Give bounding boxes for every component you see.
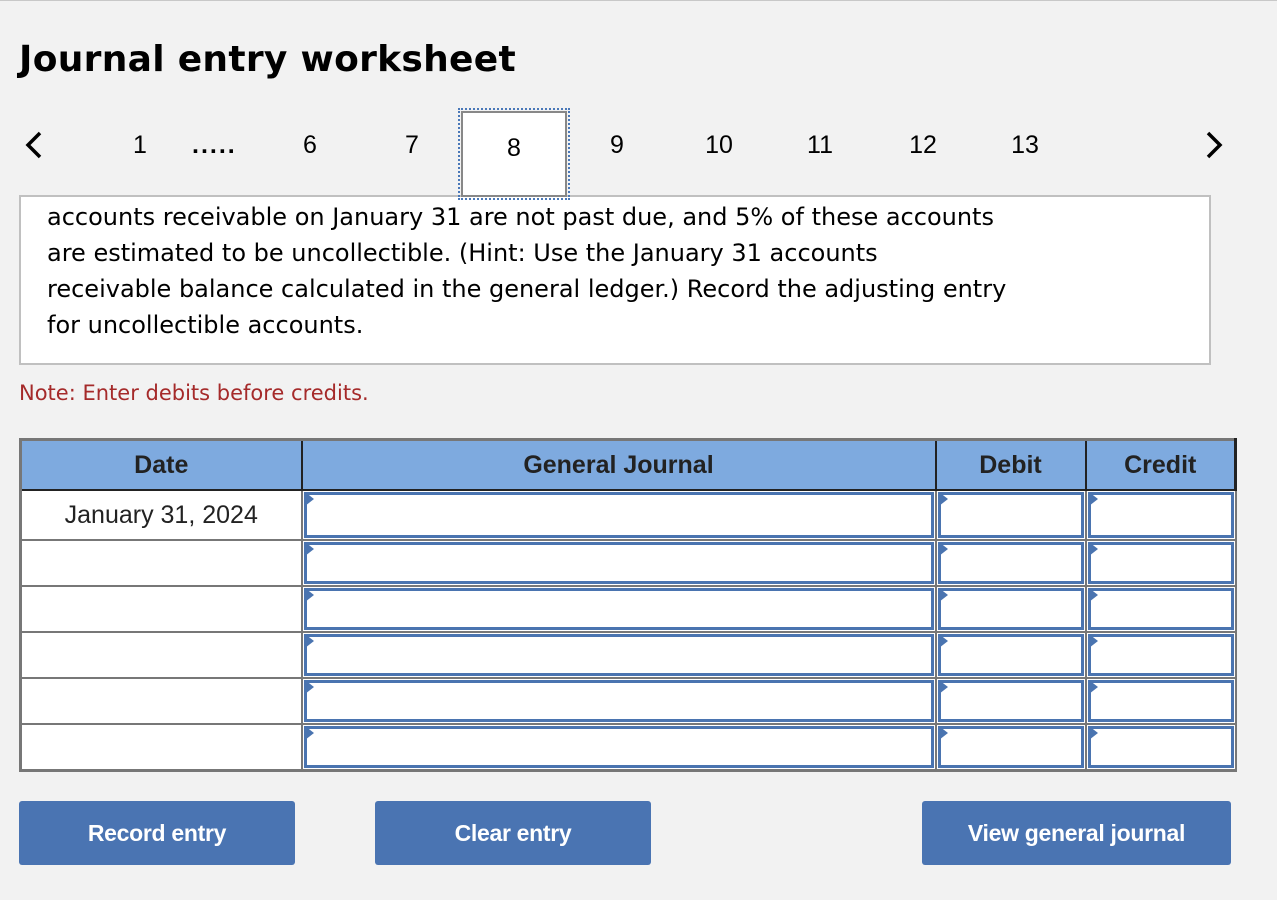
credit-input[interactable]	[1087, 726, 1234, 768]
column-header-credit: Credit	[1084, 438, 1237, 491]
view-general-journal-button[interactable]: View general journal	[922, 801, 1231, 865]
date-cell	[19, 539, 303, 587]
account-input[interactable]	[303, 542, 934, 584]
debit-input[interactable]	[937, 726, 1084, 768]
clear-entry-button[interactable]: Clear entry	[375, 801, 651, 865]
next-button[interactable]	[1198, 127, 1228, 163]
input-flag-icon	[938, 634, 948, 648]
record-entry-button[interactable]: Record entry	[19, 801, 295, 865]
debit-cell[interactable]	[934, 539, 1087, 587]
journal-row	[19, 631, 1237, 679]
journal-header-row: Date General Journal Debit Credit	[19, 438, 1237, 491]
credit-cell[interactable]	[1084, 539, 1237, 587]
credit-input[interactable]	[1087, 634, 1234, 676]
account-cell[interactable]	[300, 631, 937, 679]
credit-input[interactable]	[1087, 680, 1234, 722]
account-input[interactable]	[303, 680, 934, 722]
input-flag-icon	[938, 492, 948, 506]
dropdown-flag-icon	[304, 634, 314, 648]
account-cell[interactable]	[300, 723, 937, 772]
page-1[interactable]: 1	[120, 131, 160, 160]
input-flag-icon	[1088, 680, 1098, 694]
date-cell	[19, 585, 303, 633]
page-ellipsis: .....	[192, 131, 237, 159]
dropdown-flag-icon	[304, 542, 314, 556]
debit-input[interactable]	[937, 588, 1084, 630]
dropdown-flag-icon	[304, 492, 314, 506]
credit-cell[interactable]	[1084, 723, 1237, 772]
input-flag-icon	[938, 680, 948, 694]
debit-cell[interactable]	[934, 723, 1087, 772]
dropdown-flag-icon	[304, 588, 314, 602]
debit-input[interactable]	[937, 634, 1084, 676]
page-6[interactable]: 6	[290, 131, 330, 160]
page-8-current[interactable]: 8	[458, 108, 570, 200]
question-text-box: accounts receivable on January 31 are no…	[19, 195, 1211, 365]
date-cell	[19, 631, 303, 679]
page-10[interactable]: 10	[699, 131, 739, 160]
question-line: accounts receivable on January 31 are no…	[47, 203, 994, 231]
account-input[interactable]	[303, 726, 934, 768]
page-11[interactable]: 11	[800, 131, 840, 160]
column-header-date: Date	[19, 438, 303, 491]
credit-input[interactable]	[1087, 492, 1234, 538]
credit-cell[interactable]	[1084, 489, 1237, 541]
page-9[interactable]: 9	[597, 131, 637, 160]
debit-input[interactable]	[937, 492, 1084, 538]
input-flag-icon	[1088, 542, 1098, 556]
input-flag-icon	[938, 542, 948, 556]
date-cell: January 31, 2024	[19, 489, 303, 541]
journal-row	[19, 677, 1237, 725]
question-line: for uncollectible accounts.	[47, 311, 364, 339]
account-input[interactable]	[303, 492, 934, 538]
debit-cell[interactable]	[934, 677, 1087, 725]
debit-input[interactable]	[937, 680, 1084, 722]
input-flag-icon	[1088, 634, 1098, 648]
account-input[interactable]	[303, 588, 934, 630]
account-cell[interactable]	[300, 489, 937, 541]
journal-row: January 31, 2024	[19, 489, 1237, 541]
page-13[interactable]: 13	[1005, 131, 1045, 160]
debit-cell[interactable]	[934, 631, 1087, 679]
account-cell[interactable]	[300, 539, 937, 587]
question-line: receivable balance calculated in the gen…	[47, 275, 1007, 303]
page-7[interactable]: 7	[392, 131, 432, 160]
question-pager: 1 ..... 6 7 8 9 10 11 12 13	[0, 108, 1277, 200]
column-header-general-journal: General Journal	[300, 438, 937, 491]
date-cell	[19, 677, 303, 725]
credit-input[interactable]	[1087, 542, 1234, 584]
column-header-debit: Debit	[934, 438, 1087, 491]
chevron-right-icon	[1206, 131, 1223, 159]
page-12[interactable]: 12	[903, 131, 943, 160]
input-flag-icon	[938, 726, 948, 740]
account-input[interactable]	[303, 634, 934, 676]
chevron-left-icon	[25, 131, 42, 159]
journal-table: Date General Journal Debit Credit Januar…	[19, 438, 1237, 772]
credit-cell[interactable]	[1084, 585, 1237, 633]
date-cell	[19, 723, 303, 772]
input-flag-icon	[1088, 588, 1098, 602]
debit-cell[interactable]	[934, 489, 1087, 541]
credit-cell[interactable]	[1084, 631, 1237, 679]
input-flag-icon	[1088, 492, 1098, 506]
credit-input[interactable]	[1087, 588, 1234, 630]
debit-input[interactable]	[937, 542, 1084, 584]
journal-row	[19, 723, 1237, 772]
instruction-note: Note: Enter debits before credits.	[19, 381, 369, 405]
input-flag-icon	[1088, 726, 1098, 740]
input-flag-icon	[938, 588, 948, 602]
question-line: are estimated to be uncollectible. (Hint…	[47, 239, 878, 267]
journal-row	[19, 585, 1237, 633]
dropdown-flag-icon	[304, 726, 314, 740]
credit-cell[interactable]	[1084, 677, 1237, 725]
prev-button[interactable]	[20, 127, 50, 163]
account-cell[interactable]	[300, 585, 937, 633]
account-cell[interactable]	[300, 677, 937, 725]
page-title: Journal entry worksheet	[19, 39, 516, 80]
journal-row	[19, 539, 1237, 587]
dropdown-flag-icon	[304, 680, 314, 694]
debit-cell[interactable]	[934, 585, 1087, 633]
